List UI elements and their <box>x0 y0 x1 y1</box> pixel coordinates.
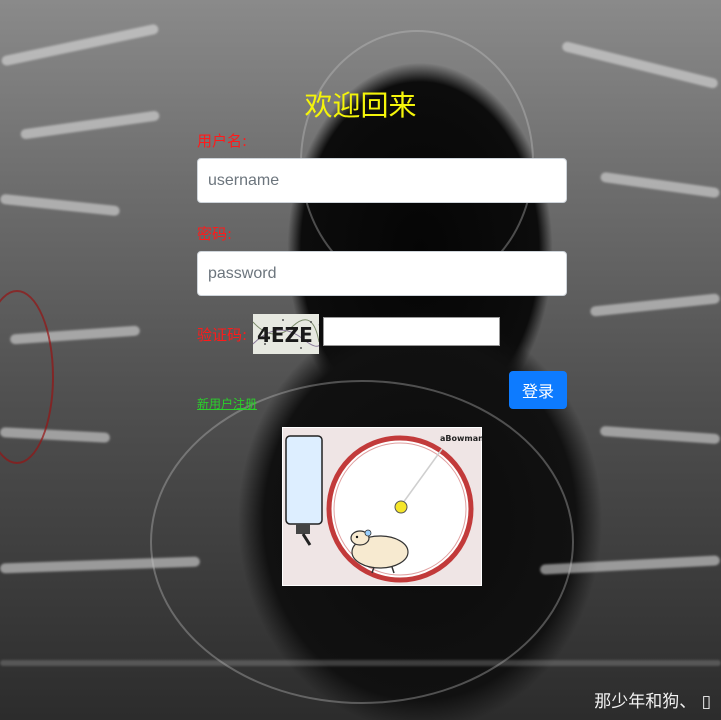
illustration-credit: aBowman <box>440 434 482 443</box>
footer-text: 那少年和狗、 ▯ <box>594 692 711 712</box>
bg-streak <box>0 23 160 67</box>
bg-streak <box>599 171 721 199</box>
captcha-label: 验证码: <box>197 326 248 344</box>
password-label: 密码: <box>197 225 233 243</box>
register-link[interactable]: 新用户注册 <box>197 395 257 412</box>
login-button[interactable]: 登录 <box>509 371 567 409</box>
page-title: 欢迎回来 <box>304 89 417 122</box>
hamster-wheel-image: aBowman <box>282 427 484 586</box>
captcha-image[interactable]: 4EZE <box>253 314 319 354</box>
bg-streak <box>0 193 121 217</box>
bg-streak <box>561 40 719 90</box>
captcha-input[interactable] <box>323 317 500 346</box>
password-input[interactable] <box>197 251 567 296</box>
username-label: 用户名: <box>197 132 248 150</box>
captcha-text: 4EZE <box>257 323 313 347</box>
username-input[interactable] <box>197 158 567 203</box>
bg-streak <box>589 293 721 317</box>
bg-streak <box>599 425 721 445</box>
